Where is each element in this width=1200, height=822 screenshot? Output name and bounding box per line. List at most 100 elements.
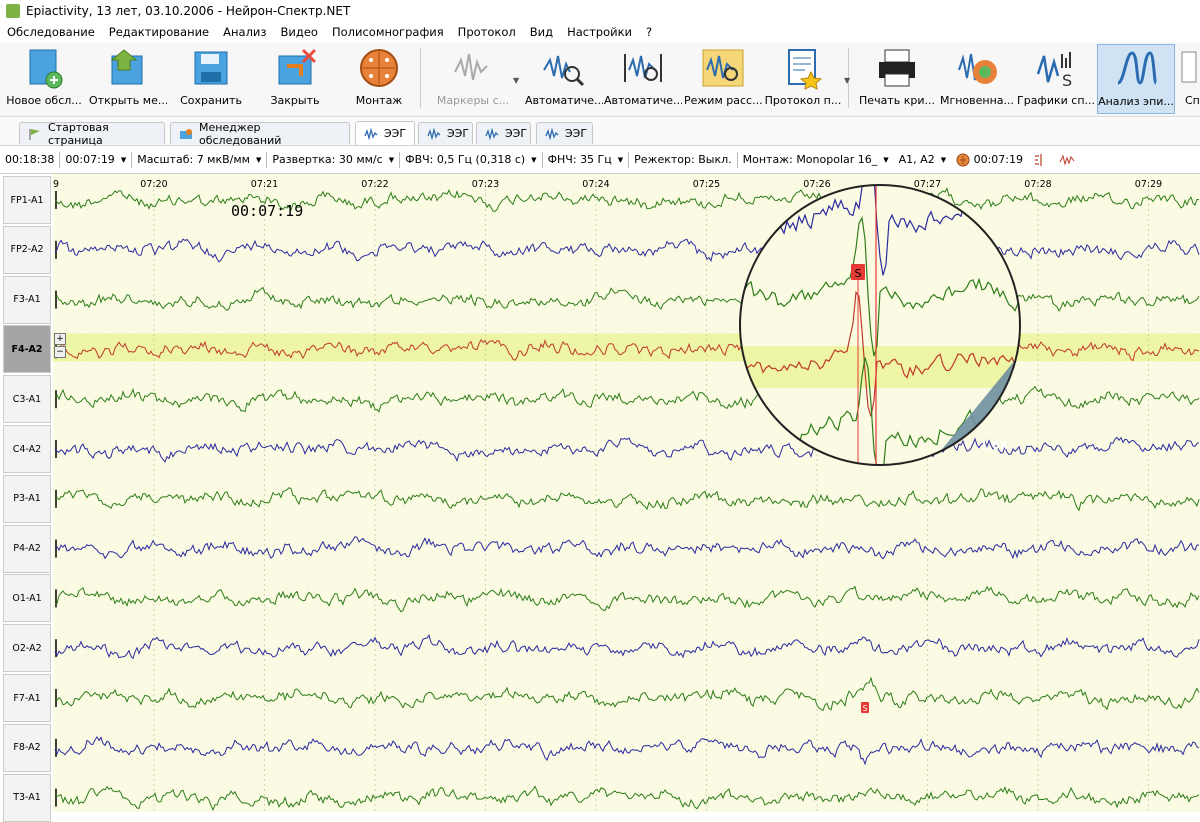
toolbar-button-label: Графики сп... — [1017, 94, 1095, 107]
toolbar-button[interactable]: Протокол п... — [764, 44, 842, 114]
tab-exam-manager[interactable]: Менеджер обследований — [170, 121, 350, 147]
toolbar-button[interactable]: Анализ эпи... — [1097, 44, 1175, 114]
scale-label: Масштаб: — [137, 153, 194, 166]
toolbar-button[interactable]: Маркеры с... — [428, 44, 518, 114]
spike-icon — [1176, 46, 1200, 90]
toolbar-button[interactable]: Автоматиче... — [525, 44, 603, 114]
time-tick-label: 07:20 — [140, 179, 167, 190]
open-manager-icon — [106, 46, 150, 90]
magnified-spike-marker-label: S — [855, 267, 862, 280]
menu-item[interactable]: Обследование — [0, 22, 102, 42]
total-time: 00:18:38 — [0, 153, 59, 166]
eeg-icon — [485, 126, 499, 141]
toolbar-button[interactable]: S Графики сп... — [1017, 44, 1095, 114]
tab-eeg[interactable]: ЭЭГ — [536, 122, 593, 144]
menu-item[interactable]: Анализ — [216, 22, 273, 42]
menu-item[interactable]: Вид — [523, 22, 560, 42]
time-indicator[interactable]: 00:07:19 — [951, 153, 1028, 167]
close-exam-icon — [273, 46, 317, 90]
markers-toggle-icon[interactable] — [1028, 153, 1054, 167]
menu-item[interactable]: Протокол — [451, 22, 523, 42]
channel-label[interactable]: C3-A1 — [3, 375, 51, 424]
chevron-down-icon: ▼ — [388, 155, 395, 164]
toolbar-button[interactable]: Спи — [1176, 44, 1200, 114]
toolbar-button[interactable]: Автоматиче... — [604, 44, 682, 114]
toolbar-separator — [420, 48, 421, 108]
toolbar-button-label: Маркеры с... — [436, 94, 510, 107]
toolbar-button-label: Протокол п... — [764, 94, 842, 107]
time-tick-label: 07:26 — [803, 179, 830, 190]
toolbar-button[interactable]: Новое обсл... — [5, 44, 83, 114]
decrease-gain-button[interactable]: − — [54, 346, 66, 359]
toolbar-button[interactable]: Мгновенна... — [938, 44, 1016, 114]
lpf-label: ФНЧ: — [547, 153, 577, 166]
menu-item[interactable]: Полисомнография — [325, 22, 451, 42]
menu-item[interactable]: ? — [639, 22, 659, 42]
auto-analysis-icon — [621, 46, 665, 90]
notch-dropdown[interactable]: Режектор: Выкл. — [629, 153, 736, 166]
time-tick-label: 9 — [53, 179, 59, 190]
waveform-toggle-icon[interactable] — [1054, 153, 1080, 167]
channel-label[interactable]: O1-A1 — [3, 574, 51, 623]
reference-dropdown[interactable]: A1, A2 ▼ — [894, 153, 951, 166]
menu-item[interactable]: Настройки — [560, 22, 639, 42]
sweep-dropdown[interactable]: Развертка: 30 мм/с ▼ — [267, 153, 399, 166]
eeg-icon — [364, 126, 378, 141]
channel-label[interactable]: C4-A2 — [3, 425, 51, 473]
markers-dropdown-icon[interactable]: ▼ — [513, 76, 519, 85]
montage-dropdown[interactable]: Монтаж: Monopolar 16_ ▼ — [738, 153, 894, 166]
toolbar-button[interactable]: Режим расс... — [684, 44, 762, 114]
position-dropdown[interactable]: 00:07:19 ▼ — [60, 153, 131, 166]
lpf-value: 35 Гц — [580, 153, 612, 166]
app-icon — [6, 4, 20, 18]
increase-gain-button[interactable]: + — [54, 333, 66, 346]
magnified-highlight — [740, 346, 1020, 388]
chevron-down-icon: ▼ — [883, 155, 889, 164]
spike-marker-label: S — [862, 704, 867, 713]
channel-label[interactable]: P3-A1 — [3, 474, 51, 523]
montage-label: Монтаж: — [742, 153, 793, 166]
time-tick-label: 07:27 — [914, 179, 941, 190]
eeg-viewer[interactable]: 07:20 07:21 07:22 07:23 07:24 07:25 07:26 07:27… — [0, 174, 1200, 822]
eeg-canvas[interactable]: 07:20 07:21 07:22 07:23 07:24 07:25 07:26 07:27… — [0, 174, 1200, 812]
toolbar-button-label: Закрыть — [270, 94, 320, 107]
toolbar-button[interactable]: Закрыть — [256, 44, 334, 114]
menu-item[interactable]: Видео — [274, 22, 325, 42]
tab-label: Стартовая страница — [48, 120, 109, 147]
toolbar-button[interactable]: Монтаж — [340, 44, 418, 114]
channel-label[interactable]: P4-A2 — [3, 524, 51, 573]
channel-label[interactable]: F7-A1 — [3, 674, 51, 722]
chevron-down-icon: ▼ — [120, 155, 127, 164]
channel-label[interactable]: F8-A2 — [3, 723, 51, 772]
position-value: 00:07:19 — [65, 153, 115, 166]
menu-item[interactable]: Редактирование — [102, 22, 216, 42]
toolbar-button-label: Спи — [1184, 94, 1200, 107]
protocol-icon — [781, 46, 825, 90]
tab-start-page[interactable]: Стартовая страница — [19, 120, 165, 147]
tab-eeg[interactable]: ЭЭГ — [355, 121, 415, 145]
zoom-level-label: 1,6X — [980, 439, 1008, 452]
toolbar-button[interactable]: Сохранить — [172, 44, 250, 114]
channel-label[interactable]: FP2-A2 — [3, 225, 51, 274]
toolbar-button-label: Открыть ме... — [89, 94, 167, 107]
channel-label[interactable]: F3-A1 — [3, 275, 51, 324]
manager-icon — [179, 128, 193, 140]
lpf-dropdown[interactable]: ФНЧ: 35 Гц ▼ — [543, 153, 629, 166]
flag-icon — [28, 128, 42, 140]
scale-dropdown[interactable]: Масштаб: 7 мкВ/мм ▼ — [132, 153, 266, 166]
chevron-down-icon: ▼ — [940, 155, 947, 164]
notch-value: Выкл. — [698, 153, 732, 166]
tab-eeg[interactable]: ЭЭГ — [418, 122, 473, 144]
brain-icon — [956, 153, 970, 166]
channel-label[interactable]: T3-A1 — [3, 773, 51, 822]
channel-label[interactable]: FP1-A1 — [3, 176, 51, 224]
channel-label[interactable]: O2-A2 — [3, 624, 51, 673]
channel-label[interactable]: F4-A2 — [3, 325, 51, 374]
tab-label: ЭЭГ — [565, 127, 588, 140]
hpf-label: ФВЧ: — [405, 153, 434, 166]
toolbar-button[interactable]: Печать кри... — [857, 44, 937, 114]
toolbar-button[interactable]: Открыть ме... — [89, 44, 167, 114]
tab-eeg[interactable]: ЭЭГ — [476, 122, 531, 144]
hpf-dropdown[interactable]: ФВЧ: 0,5 Гц (0,318 с) ▼ — [400, 153, 541, 166]
protocol-dropdown-icon[interactable]: ▼ — [844, 76, 850, 85]
